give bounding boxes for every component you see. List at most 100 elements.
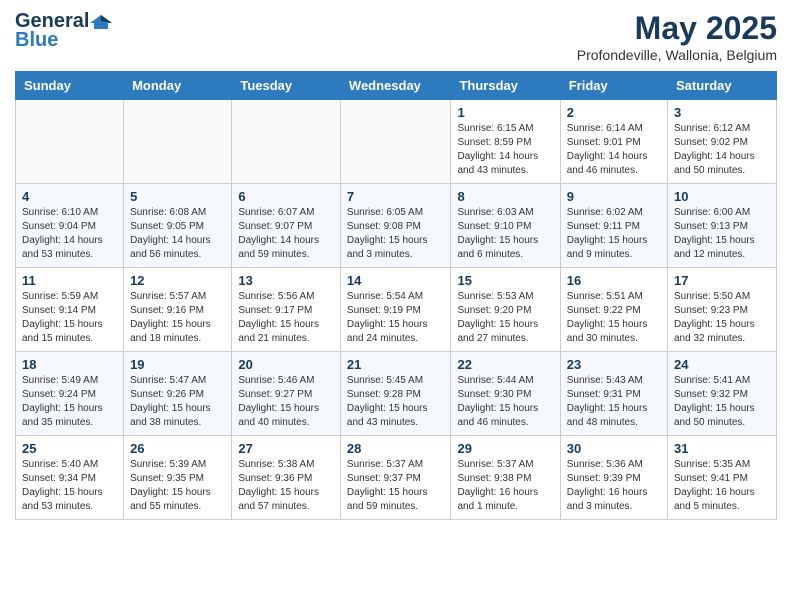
day-detail: Sunrise: 5:54 AM Sunset: 9:19 PM Dayligh… [347,290,445,346]
col-saturday: Saturday [668,72,777,100]
day-detail: Sunrise: 5:50 AM Sunset: 9:23 PM Dayligh… [674,290,770,346]
day-number: 14 [347,273,445,288]
day-number: 3 [674,105,770,120]
day-number: 29 [457,441,553,456]
calendar-cell [124,100,232,184]
calendar-cell [16,100,124,184]
day-number: 15 [457,273,553,288]
calendar-cell: 12 Sunrise: 5:57 AM Sunset: 9:16 PM Dayli… [124,268,232,352]
logo-bird-icon [90,13,112,31]
day-detail: Sunrise: 5:57 AM Sunset: 9:16 PM Dayligh… [130,290,225,346]
calendar-cell: 16 Sunrise: 5:51 AM Sunset: 9:22 PM Dayli… [560,268,667,352]
day-detail: Sunrise: 6:05 AM Sunset: 9:08 PM Dayligh… [347,206,445,262]
day-number: 24 [674,357,770,372]
day-detail: Sunrise: 6:15 AM Sunset: 8:59 PM Dayligh… [457,122,553,178]
day-detail: Sunrise: 5:47 AM Sunset: 9:26 PM Dayligh… [130,374,225,430]
day-detail: Sunrise: 5:41 AM Sunset: 9:32 PM Dayligh… [674,374,770,430]
col-wednesday: Wednesday [340,72,451,100]
calendar-cell: 31 Sunrise: 5:35 AM Sunset: 9:41 PM Dayli… [668,436,777,520]
day-detail: Sunrise: 5:44 AM Sunset: 9:30 PM Dayligh… [457,374,553,430]
calendar-cell: 23 Sunrise: 5:43 AM Sunset: 9:31 PM Dayli… [560,352,667,436]
day-number: 13 [238,273,334,288]
day-detail: Sunrise: 5:56 AM Sunset: 9:17 PM Dayligh… [238,290,334,346]
calendar-cell [232,100,341,184]
day-detail: Sunrise: 6:03 AM Sunset: 9:10 PM Dayligh… [457,206,553,262]
calendar-cell: 10 Sunrise: 6:00 AM Sunset: 9:13 PM Dayli… [668,184,777,268]
calendar-cell: 17 Sunrise: 5:50 AM Sunset: 9:23 PM Dayli… [668,268,777,352]
calendar-cell: 6Sunrise: 6:07 AM Sunset: 9:07 PM Daylig… [232,184,341,268]
day-number: 26 [130,441,225,456]
calendar-cell: 3 Sunrise: 6:12 AM Sunset: 9:02 PM Daylig… [668,100,777,184]
day-detail: Sunrise: 6:07 AM Sunset: 9:07 PM Dayligh… [238,206,334,262]
day-number: 12 [130,273,225,288]
day-detail: Sunrise: 5:51 AM Sunset: 9:22 PM Dayligh… [567,290,661,346]
calendar-cell: 14 Sunrise: 5:54 AM Sunset: 9:19 PM Dayli… [340,268,451,352]
day-number: 7 [347,189,445,204]
calendar-row-2: 4 Sunrise: 6:10 AM Sunset: 9:04 PM Daylig… [16,184,777,268]
calendar-cell: 11 Sunrise: 5:59 AM Sunset: 9:14 PM Dayli… [16,268,124,352]
page-header: General Blue May 2025 Profondeville, Wal… [15,10,777,63]
day-number: 10 [674,189,770,204]
calendar-cell: 25 Sunrise: 5:40 AM Sunset: 9:34 PM Dayli… [16,436,124,520]
day-detail: Sunrise: 6:00 AM Sunset: 9:13 PM Dayligh… [674,206,770,262]
calendar-cell: 24 Sunrise: 5:41 AM Sunset: 9:32 PM Dayli… [668,352,777,436]
day-number: 4 [22,189,117,204]
calendar-row-3: 11 Sunrise: 5:59 AM Sunset: 9:14 PM Dayli… [16,268,777,352]
day-number: 22 [457,357,553,372]
calendar-cell: 26 Sunrise: 5:39 AM Sunset: 9:35 PM Dayli… [124,436,232,520]
day-detail: Sunrise: 6:14 AM Sunset: 9:01 PM Dayligh… [567,122,661,178]
day-detail: Sunrise: 5:37 AM Sunset: 9:38 PM Dayligh… [457,458,553,514]
day-detail: Sunrise: 6:10 AM Sunset: 9:04 PM Dayligh… [22,206,117,262]
col-tuesday: Tuesday [232,72,341,100]
header-row: Sunday Monday Tuesday Wednesday Thursday… [16,72,777,100]
day-detail: Sunrise: 5:43 AM Sunset: 9:31 PM Dayligh… [567,374,661,430]
day-number: 19 [130,357,225,372]
day-number: 1 [457,105,553,120]
day-detail: Sunrise: 5:49 AM Sunset: 9:24 PM Dayligh… [22,374,117,430]
calendar-cell: 30Sunrise: 5:36 AM Sunset: 9:39 PM Dayli… [560,436,667,520]
day-detail: Sunrise: 5:45 AM Sunset: 9:28 PM Dayligh… [347,374,445,430]
calendar-cell: 22 Sunrise: 5:44 AM Sunset: 9:30 PM Dayli… [451,352,560,436]
day-number: 17 [674,273,770,288]
day-number: 28 [347,441,445,456]
col-thursday: Thursday [451,72,560,100]
calendar-cell: 27 Sunrise: 5:38 AM Sunset: 9:36 PM Dayli… [232,436,341,520]
calendar-cell: 7 Sunrise: 6:05 AM Sunset: 9:08 PM Daylig… [340,184,451,268]
day-detail: Sunrise: 6:08 AM Sunset: 9:05 PM Dayligh… [130,206,225,262]
calendar-cell: 20 Sunrise: 5:46 AM Sunset: 9:27 PM Dayli… [232,352,341,436]
calendar-cell: 15 Sunrise: 5:53 AM Sunset: 9:20 PM Dayli… [451,268,560,352]
day-number: 25 [22,441,117,456]
calendar-cell: 28Sunrise: 5:37 AM Sunset: 9:37 PM Dayli… [340,436,451,520]
day-number: 18 [22,357,117,372]
calendar-cell: 8 Sunrise: 6:03 AM Sunset: 9:10 PM Daylig… [451,184,560,268]
day-detail: Sunrise: 5:35 AM Sunset: 9:41 PM Dayligh… [674,458,770,514]
day-number: 31 [674,441,770,456]
day-detail: Sunrise: 5:38 AM Sunset: 9:36 PM Dayligh… [238,458,334,514]
day-number: 5 [130,189,225,204]
day-number: 9 [567,189,661,204]
day-number: 16 [567,273,661,288]
col-monday: Monday [124,72,232,100]
title-area: May 2025 Profondeville, Wallonia, Belgiu… [577,10,777,63]
month-year-title: May 2025 [577,10,777,47]
day-detail: Sunrise: 5:53 AM Sunset: 9:20 PM Dayligh… [457,290,553,346]
day-detail: Sunrise: 5:46 AM Sunset: 9:27 PM Dayligh… [238,374,334,430]
day-detail: Sunrise: 5:59 AM Sunset: 9:14 PM Dayligh… [22,290,117,346]
day-number: 11 [22,273,117,288]
day-detail: Sunrise: 5:40 AM Sunset: 9:34 PM Dayligh… [22,458,117,514]
day-detail: Sunrise: 6:02 AM Sunset: 9:11 PM Dayligh… [567,206,661,262]
day-number: 20 [238,357,334,372]
day-number: 21 [347,357,445,372]
day-detail: Sunrise: 6:12 AM Sunset: 9:02 PM Dayligh… [674,122,770,178]
day-detail: Sunrise: 5:39 AM Sunset: 9:35 PM Dayligh… [130,458,225,514]
calendar-row-4: 18 Sunrise: 5:49 AM Sunset: 9:24 PM Dayli… [16,352,777,436]
calendar-cell [340,100,451,184]
calendar-cell: 1 Sunrise: 6:15 AM Sunset: 8:59 PM Daylig… [451,100,560,184]
calendar-cell: 18 Sunrise: 5:49 AM Sunset: 9:24 PM Dayli… [16,352,124,436]
day-number: 23 [567,357,661,372]
col-friday: Friday [560,72,667,100]
day-number: 27 [238,441,334,456]
calendar-row-5: 25 Sunrise: 5:40 AM Sunset: 9:34 PM Dayli… [16,436,777,520]
calendar-cell: 4 Sunrise: 6:10 AM Sunset: 9:04 PM Daylig… [16,184,124,268]
day-number: 8 [457,189,553,204]
